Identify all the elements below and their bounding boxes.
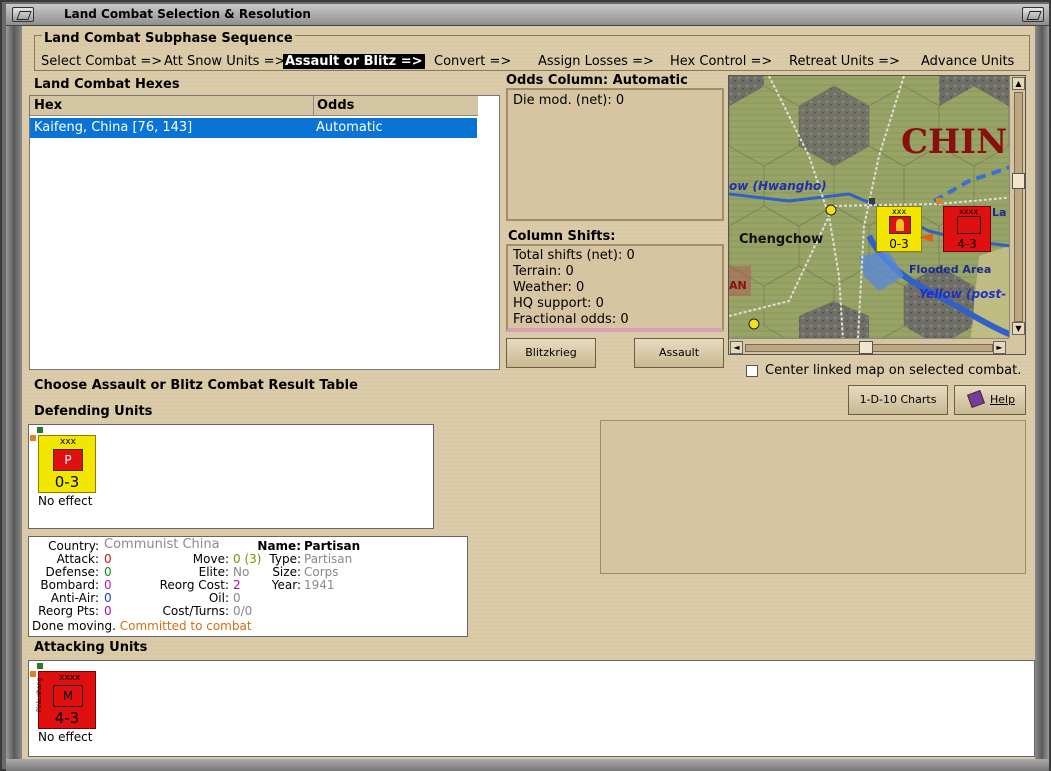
charts-button[interactable]: 1-D-10 Charts (848, 385, 948, 415)
center-linked-label: Center linked map on selected combat. (765, 363, 1022, 378)
table-row[interactable]: Kaifeng, China [76, 143] Automatic (30, 118, 477, 138)
die-mod-text: Die mod. (net): 0 (513, 93, 625, 108)
combat-hexes-list[interactable]: Hex Odds Kaifeng, China [76, 143] Automa… (29, 95, 500, 370)
scroll-right-icon[interactable]: ► (993, 341, 1006, 354)
shift-line: Total shifts (net): 0 (513, 248, 635, 263)
bottom-frame-edge (6, 759, 1049, 771)
step-hex-control: Hex Control => (670, 54, 773, 69)
partisan-symbol-icon (889, 216, 911, 234)
map-defender-counter[interactable]: xxx 0-3 (876, 206, 922, 252)
step-advance-units: Advance Units (921, 54, 1015, 69)
stack-marker-icon (37, 427, 43, 433)
mechanized-symbol-icon (957, 216, 981, 234)
attacker-result: No effect (38, 730, 93, 744)
attacking-units-box: xxxx Pinkushang M 4-3 No effect (28, 660, 1035, 757)
unit-defense: 0 (104, 565, 112, 579)
attack-arrow-icon: ◄ (919, 226, 933, 247)
unit-type: Partisan (304, 552, 353, 566)
unit-country: Communist China (104, 537, 220, 552)
defending-units-box: xxx P 0-3 No effect (28, 424, 434, 529)
step-select-combat: Select Combat => (41, 54, 163, 69)
unit-size: Corps (304, 565, 339, 579)
partisan-symbol-icon: P (53, 449, 83, 471)
vertical-scroll-thumb[interactable] (1012, 173, 1025, 189)
step-assign-losses: Assign Losses => (538, 54, 654, 69)
unit-name: Partisan (304, 539, 361, 553)
unit-attack: 0 (104, 552, 112, 566)
help-button[interactable]: Help (954, 385, 1026, 415)
map-flooded-label: Flooded Area (909, 263, 992, 276)
column-shifts-panel: Total shifts (net): 0 Terrain: 0 Weather… (506, 244, 724, 332)
step-convert: Convert => (434, 54, 512, 69)
unit-info-panel: Country: Communist China Attack: 0 Defen… (28, 536, 468, 637)
shift-line: Weather: 0 (513, 280, 585, 295)
title-bar: Land Combat Selection & Resolution (6, 4, 1049, 26)
odds-panel: Die mod. (net): 0 (506, 88, 724, 221)
stack-marker-icon (869, 198, 875, 204)
map-an-label: AN (729, 279, 747, 292)
unit-bombard: 0 (104, 578, 112, 592)
map-la-label: La (992, 206, 1007, 219)
center-linked-checkbox[interactable] (746, 365, 758, 377)
scroll-up-icon[interactable]: ▲ (1012, 77, 1025, 90)
fire-icon (896, 219, 904, 231)
choose-crt-label: Choose Assault or Blitz Combat Result Ta… (34, 378, 358, 393)
horizontal-scroll-thumb[interactable] (859, 341, 873, 354)
map-river-label: ow (Hwangho) (729, 179, 827, 193)
unit-cost-turns: 0/0 (233, 604, 253, 618)
map-country-label: CHIN (901, 122, 1008, 162)
unit-status: Done moving. Committed to combat (32, 619, 252, 633)
column-shifts-title: Column Shifts: (508, 229, 616, 244)
window-close-icon[interactable] (1022, 7, 1044, 22)
defending-title: Defending Units (34, 404, 153, 419)
window-title: Land Combat Selection & Resolution (64, 7, 311, 21)
column-header-hex[interactable]: Hex (30, 96, 313, 116)
step-assault-or-blitz: Assault or Blitz => (283, 54, 425, 69)
left-frame-edge (6, 26, 22, 759)
stack-marker-icon (37, 663, 43, 669)
assault-button[interactable]: Assault (634, 338, 724, 368)
stack-marker-icon (936, 198, 942, 204)
map-vertical-scrollbar[interactable]: ▲ ▼ (1009, 76, 1025, 338)
map-yellow-label: Yellow (post- (919, 287, 1007, 301)
column-header-odds[interactable]: Odds (313, 96, 478, 116)
mechanized-symbol-icon: M (53, 685, 83, 707)
help-book-icon (967, 390, 985, 408)
shift-line: Fractional odds: 0 (513, 312, 629, 327)
unit-year: 1941 (304, 578, 335, 592)
attacking-title: Attacking Units (34, 640, 148, 655)
map-attacker-counter[interactable]: xxxx 4-3 (943, 206, 991, 252)
shift-line: Terrain: 0 (513, 264, 574, 279)
step-att-snow-units: Att Snow Units => (164, 54, 286, 69)
step-retreat-units: Retreat Units => (789, 54, 900, 69)
subphase-title: Land Combat Subphase Sequence (42, 31, 295, 46)
hex-cell: Kaifeng, China [76, 143] (34, 120, 193, 135)
right-frame-edge (1035, 26, 1049, 759)
hexes-title: Land Combat Hexes (34, 77, 180, 92)
window-frame: Land Combat Selection & Resolution Land … (0, 0, 1051, 771)
stack-marker-icon (30, 671, 36, 677)
scroll-left-icon[interactable]: ◄ (730, 341, 743, 354)
unit-reorg-pts: 0 (104, 604, 112, 618)
shift-line: HQ support: 0 (513, 296, 604, 311)
stack-marker-icon (30, 435, 36, 441)
defender-unit-counter[interactable]: xxx P 0-3 (38, 435, 96, 493)
map-horizontal-scrollbar[interactable]: ◄ ► (729, 338, 1009, 354)
blitzkrieg-button[interactable]: Blitzkrieg (506, 338, 596, 368)
odds-column-title: Odds Column: Automatic (506, 73, 688, 88)
unit-antiair: 0 (104, 591, 112, 605)
attacker-unit-counter[interactable]: xxxx Pinkushang M 4-3 (36, 671, 96, 729)
linked-map[interactable]: CHIN ow (Hwangho) Chengchow Flooded Area… (728, 75, 1026, 355)
combat-result-panel (600, 420, 1026, 574)
map-city-label: Chengchow (739, 232, 824, 247)
scroll-down-icon[interactable]: ▼ (1012, 322, 1025, 335)
odds-cell: Automatic (316, 120, 383, 135)
defender-result: No effect (38, 494, 93, 508)
window-menu-icon[interactable] (12, 7, 34, 22)
unit-oil: 0 (233, 591, 241, 605)
